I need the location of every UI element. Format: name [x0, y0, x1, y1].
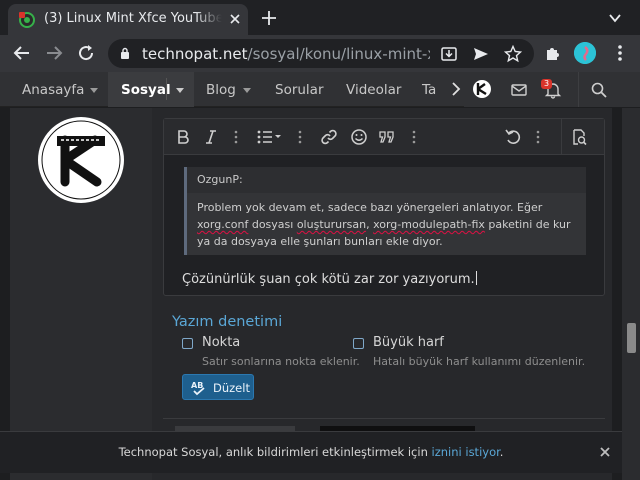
nav-item-blog[interactable]: Blog — [206, 82, 236, 98]
nav-separator — [166, 78, 167, 100]
nokta-description: Satır sonlarına nokta eklenir. — [202, 355, 360, 368]
quote-author-bar: OzgunP: — [187, 167, 586, 193]
browser-tab[interactable]: (3) Linux Mint Xfce YouTube ka — [8, 4, 248, 35]
nav-anasayfa-caret-icon[interactable] — [90, 88, 98, 93]
notice-message: Technopat Sosyal, anlık bildirimleri etk… — [118, 445, 432, 459]
more-text-options-icon[interactable] — [234, 130, 238, 144]
post-user-column — [10, 108, 152, 480]
page-content: OzgunP: Problem yok devam et, sadece baz… — [0, 108, 622, 480]
back-arrow-icon[interactable] — [12, 43, 32, 63]
post-divider — [163, 418, 605, 419]
list-icon[interactable] — [256, 128, 282, 146]
nav-item-sorular[interactable]: Sorular — [275, 82, 324, 98]
url-host: technopat.net — [142, 45, 248, 63]
page-scrollbar[interactable] — [622, 108, 640, 480]
more-menu-icon[interactable] — [610, 43, 630, 63]
install-app-icon[interactable] — [440, 45, 458, 63]
nav-scroll-right-icon[interactable] — [450, 80, 462, 98]
forward-arrow-icon[interactable] — [44, 43, 64, 63]
reply-editor[interactable]: OzgunP: Problem yok devam et, sadece baz… — [163, 118, 605, 296]
nokta-label[interactable]: Nokta — [202, 335, 240, 350]
undo-icon[interactable] — [504, 128, 522, 146]
quote-text-part: dosyası — [248, 218, 297, 231]
text-cursor — [475, 271, 477, 285]
tab-title: (3) Linux Mint Xfce YouTube ka — [44, 11, 222, 26]
quote-text-part: Problem yok devam et, sadece bazı yönerg… — [197, 201, 543, 214]
buyuk-harf-description: Hatalı büyük harf kullanımı düzenlenir. — [373, 355, 586, 368]
nav-user-area — [452, 72, 640, 107]
nokta-checkbox[interactable] — [182, 338, 193, 349]
bookmark-star-icon[interactable] — [504, 45, 522, 63]
close-icon[interactable] — [598, 445, 612, 459]
tab-search-chevron-icon[interactable] — [608, 11, 622, 25]
notice-suffix: . — [499, 445, 504, 459]
fix-button-label: Düzelt — [213, 381, 250, 395]
scrollbar-thumb[interactable] — [627, 323, 636, 353]
quote-body: Problem yok devam et, sadece bazı yönerg… — [197, 199, 581, 250]
quote-text-part: , — [366, 218, 374, 231]
notification-count-badge: 3 — [541, 79, 552, 89]
nav-search-button[interactable] — [578, 72, 618, 107]
spell-check-panel: Yazım denetimi Nokta Satır sonlarına nok… — [172, 314, 612, 414]
extensions-puzzle-icon[interactable] — [543, 43, 563, 63]
quote-text-misspelled: xorg-modulepath-fix — [373, 218, 485, 231]
nav-sosyal-caret-icon[interactable] — [176, 88, 184, 93]
profile-avatar[interactable] — [574, 42, 596, 64]
reply-text-content: Çözünürlük şuan çok kötü zar zor yazıyor… — [182, 272, 475, 287]
tab-strip: (3) Linux Mint Xfce YouTube ka — [0, 0, 640, 35]
more-list-options-icon[interactable] — [298, 130, 302, 144]
reload-icon[interactable] — [76, 43, 96, 63]
profile-picture-icon — [574, 42, 596, 64]
close-tab-icon[interactable] — [228, 12, 242, 26]
nav-item-videolar[interactable]: Videolar — [346, 82, 401, 98]
search-icon — [591, 82, 607, 98]
push-notification-notice: Technopat Sosyal, anlık bildirimleri etk… — [0, 431, 622, 473]
quote-author: OzgunP: — [197, 173, 243, 186]
nav-blog-caret-icon[interactable] — [243, 88, 251, 93]
quote-text-misspelled: xorg.conf — [197, 218, 249, 231]
browser-toolbar: technopat.net/sosyal/konu/linux-mint-xfc… — [0, 35, 640, 72]
preview-icon[interactable] — [570, 128, 588, 146]
emoji-icon[interactable] — [350, 128, 368, 146]
url-text: technopat.net/sosyal/konu/linux-mint-xfc… — [142, 45, 430, 63]
italic-icon[interactable] — [202, 128, 220, 146]
link-icon[interactable] — [320, 128, 338, 146]
quote-icon[interactable] — [378, 128, 396, 146]
notice-permission-link[interactable]: iznini istiyor — [432, 445, 500, 459]
favicon-icon — [19, 12, 35, 28]
notice-text: Technopat Sosyal, anlık bildirimleri etk… — [0, 445, 622, 459]
buyuk-harf-checkbox[interactable] — [353, 338, 364, 349]
user-avatar-icon[interactable] — [472, 79, 492, 99]
nav-item-anasayfa[interactable]: Anasayfa — [22, 82, 84, 98]
toolbar-separator — [561, 119, 562, 155]
address-bar[interactable]: technopat.net/sosyal/konu/linux-mint-xfc… — [108, 39, 534, 68]
nav-item-sosyal[interactable]: Sosyal — [121, 82, 171, 98]
quoted-message: OzgunP: Problem yok devam et, sadece baz… — [184, 167, 586, 255]
messages-envelope-icon[interactable] — [510, 81, 528, 99]
send-icon[interactable] — [472, 45, 490, 63]
more-editor-options-icon[interactable] — [536, 130, 540, 144]
url-path: /sosyal/konu/linux-mint-xfce-... — [247, 45, 430, 63]
quote-text-misspelled: oluşturursan — [296, 218, 367, 231]
new-tab-icon[interactable] — [260, 9, 278, 27]
spellcheck-ab-icon: AB — [191, 381, 205, 396]
editor-toolbar — [164, 119, 604, 155]
browser-window: (3) Linux Mint Xfce YouTube ka — [0, 0, 640, 480]
reply-post: OzgunP: Problem yok devam et, sadece baz… — [10, 108, 612, 480]
reply-text[interactable]: Çözünürlük şuan çok kötü zar zor yazıyor… — [182, 271, 582, 287]
nav-item-more[interactable]: Ta — [422, 82, 436, 98]
bold-icon[interactable] — [174, 128, 192, 146]
lock-icon[interactable] — [120, 47, 130, 60]
spell-check-title: Yazım denetimi — [172, 314, 283, 330]
fix-button[interactable]: AB Düzelt — [182, 374, 254, 400]
svg-text:AB: AB — [191, 381, 203, 390]
more-insert-options-icon[interactable] — [412, 130, 416, 144]
user-logo-icon — [38, 117, 124, 203]
buyuk-harf-label[interactable]: Büyük harf — [373, 335, 444, 350]
site-nav: Anasayfa Sosyal Blog Sorular Videolar Ta — [0, 72, 640, 107]
